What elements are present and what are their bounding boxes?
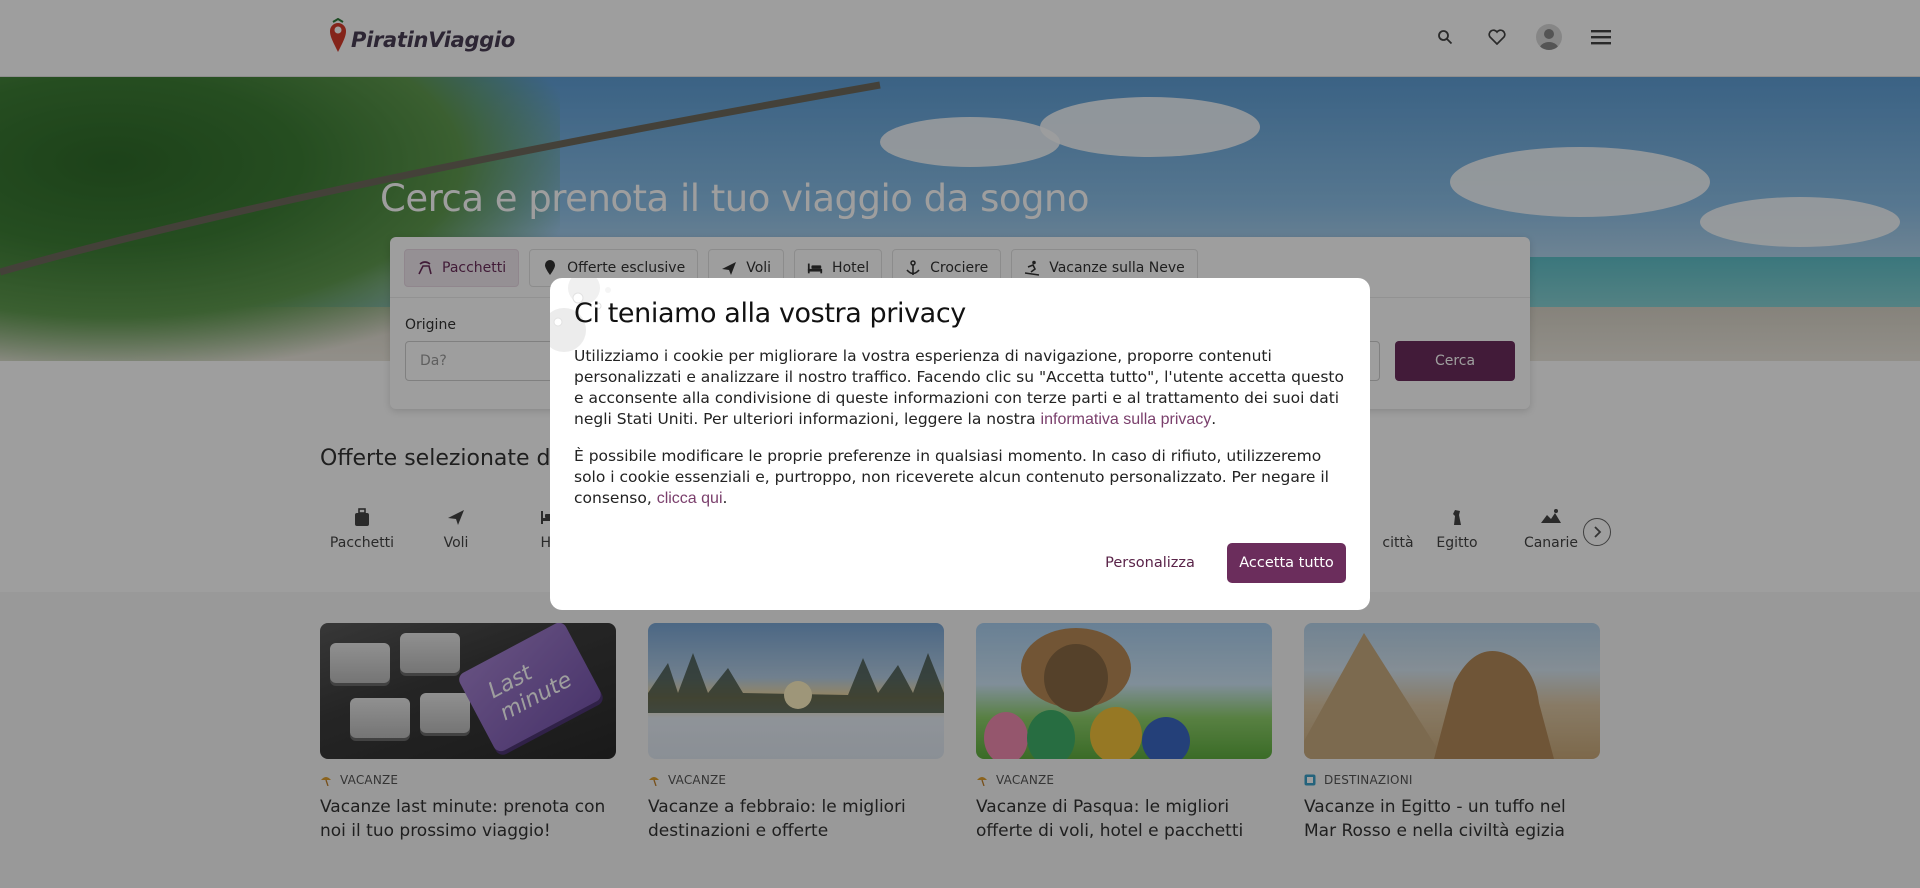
cookie-consent-modal: Ci teniamo alla vostra privacy Utilizzia… [550,278,1370,610]
modal-paragraph-1: Utilizziamo i cookie per migliorare la v… [574,346,1354,430]
privacy-policy-link[interactable]: informativa sulla privacy [1041,411,1212,428]
paragraph-end: . [722,489,728,507]
paragraph-text: Utilizziamo i cookie per migliorare la v… [574,347,1344,428]
paragraph-end: . [1211,410,1217,428]
modal-paragraph-2: È possibile modificare le proprie prefer… [574,446,1354,509]
deny-consent-link[interactable]: clicca qui [657,490,723,507]
modal-body: Utilizziamo i cookie per migliorare la v… [574,346,1354,525]
customize-button[interactable]: Personalizza [1080,543,1220,583]
accept-all-button[interactable]: Accetta tutto [1227,543,1346,583]
modal-title: Ci teniamo alla vostra privacy [574,298,966,329]
